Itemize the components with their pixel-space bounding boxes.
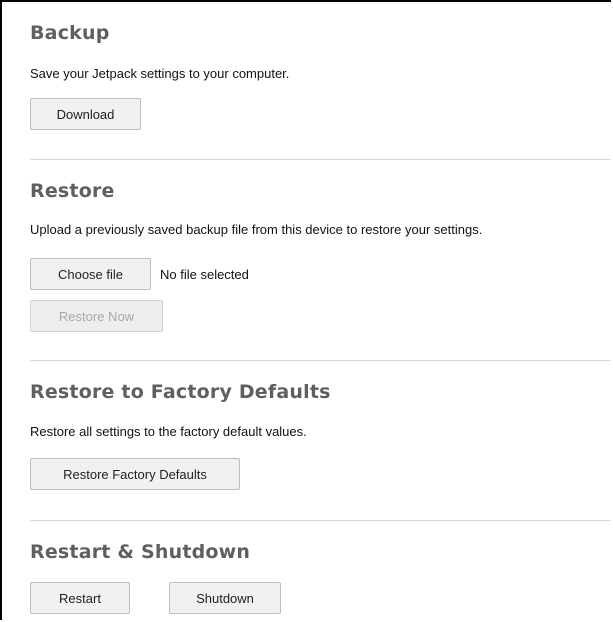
restore-now-button[interactable]: Restore Now (30, 300, 163, 332)
download-button[interactable]: Download (30, 98, 141, 130)
file-status: No file selected (160, 267, 249, 282)
divider (30, 520, 611, 521)
restore-factory-defaults-button[interactable]: Restore Factory Defaults (30, 458, 240, 490)
settings-panel: Backup Save your Jetpack settings to you… (0, 0, 611, 620)
shutdown-button[interactable]: Shutdown (169, 582, 281, 614)
factory-defaults-description: Restore all settings to the factory defa… (30, 424, 307, 439)
restore-description: Upload a previously saved backup file fr… (30, 222, 483, 237)
restart-shutdown-heading: Restart & Shutdown (30, 541, 251, 563)
choose-file-button[interactable]: Choose file (30, 258, 151, 290)
divider (30, 360, 611, 361)
backup-description: Save your Jetpack settings to your compu… (30, 66, 290, 81)
divider (30, 159, 611, 160)
restart-button[interactable]: Restart (30, 582, 130, 614)
backup-heading: Backup (30, 22, 110, 44)
restore-heading: Restore (30, 180, 115, 202)
factory-defaults-heading: Restore to Factory Defaults (30, 381, 331, 403)
